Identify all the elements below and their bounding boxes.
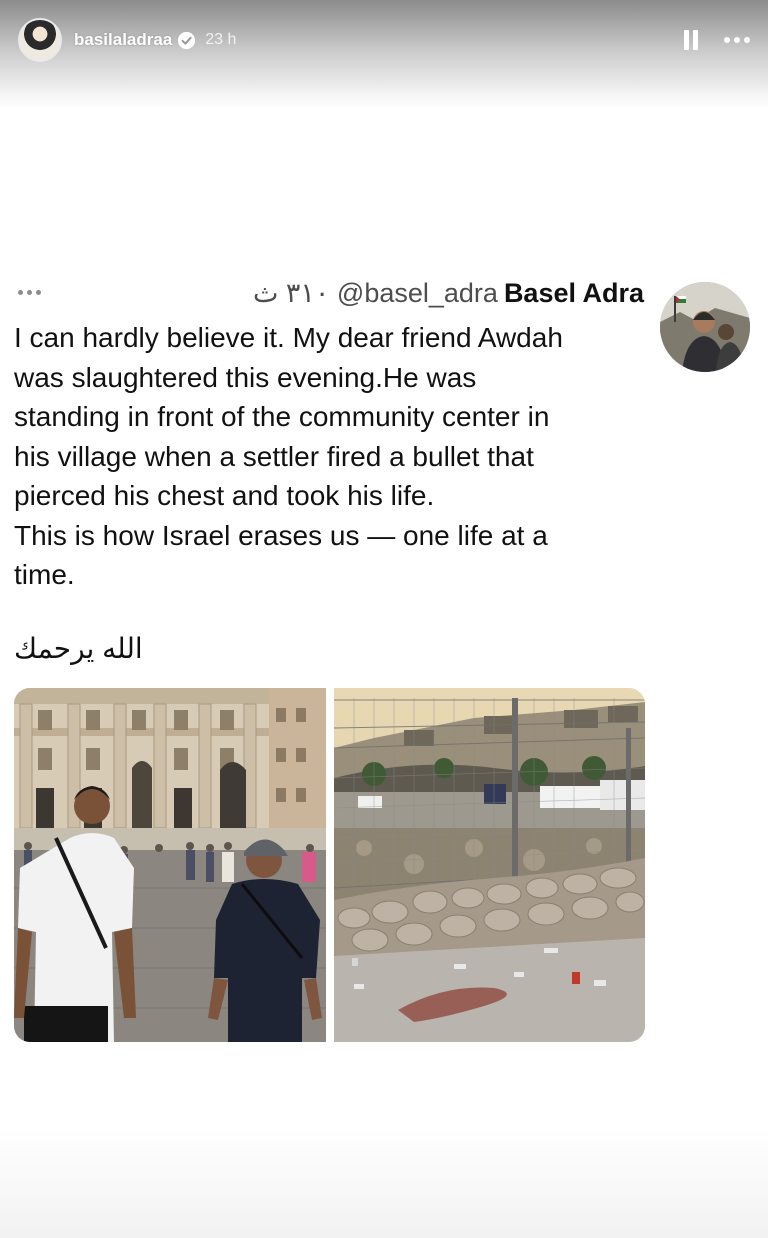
tweet-author-name[interactable]: Basel Adra xyxy=(504,278,644,308)
pause-icon[interactable] xyxy=(684,30,698,50)
story-username[interactable]: basilaladraa xyxy=(74,30,172,50)
tweet-more-icon[interactable] xyxy=(18,290,41,295)
tweet-header: ٣١٠ ث @basel_adra Basel Adra xyxy=(253,278,644,309)
tweet-handle-time: ٣١٠ ث @basel_adra xyxy=(252,278,498,308)
story-controls xyxy=(684,30,750,50)
more-dots-icon[interactable] xyxy=(724,37,750,43)
tweet-media-grid xyxy=(14,688,645,1042)
tweet-text: I can hardly believe it. My dear friend … xyxy=(14,322,563,590)
photo-fence-and-stones[interactable] xyxy=(333,688,646,1042)
tweet-arabic-text: الله يرحمك xyxy=(14,633,143,664)
story-bottom-shade xyxy=(0,1128,768,1238)
tweet-body: I can hardly believe it. My dear friend … xyxy=(14,318,634,595)
story-header: basilaladraa 23 h xyxy=(0,0,768,80)
photo-two-men-at-plaza[interactable] xyxy=(14,688,326,1042)
story-avatar[interactable] xyxy=(18,18,62,62)
tweet-author-avatar[interactable] xyxy=(660,282,750,372)
verified-badge-icon xyxy=(178,31,196,49)
story-timestamp: 23 h xyxy=(205,31,237,48)
